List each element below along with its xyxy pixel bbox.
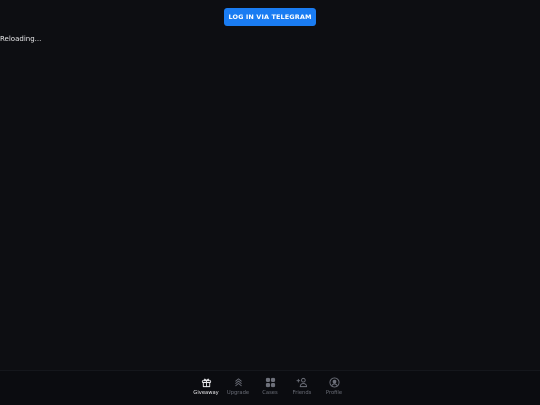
nav-item-upgrade[interactable]: Upgrade <box>222 371 254 396</box>
upgrade-icon <box>232 376 244 388</box>
login-via-telegram-button[interactable]: LOG IN VIA TELEGRAM <box>224 8 316 26</box>
nav-label-friends: Friends <box>292 390 312 396</box>
app-page: LOG IN VIA TELEGRAM Reloading... Giveawa… <box>0 0 540 405</box>
bottom-nav: Giveaway Upgrade Cases Friends Profile <box>0 370 540 405</box>
nav-label-upgrade: Upgrade <box>226 390 250 396</box>
nav-item-profile[interactable]: Profile <box>318 371 350 396</box>
gift-icon <box>200 376 212 388</box>
reloading-status-text: Reloading... <box>0 35 42 43</box>
add-friend-icon <box>296 376 308 388</box>
nav-label-profile: Profile <box>325 390 343 396</box>
cases-icon <box>264 376 276 388</box>
nav-label-giveaway: Giveaway <box>193 390 219 396</box>
nav-item-giveaway[interactable]: Giveaway <box>190 371 222 396</box>
nav-label-cases: Cases <box>262 390 278 396</box>
nav-item-cases[interactable]: Cases <box>254 371 286 396</box>
nav-item-friends[interactable]: Friends <box>286 371 318 396</box>
profile-icon <box>328 376 340 388</box>
